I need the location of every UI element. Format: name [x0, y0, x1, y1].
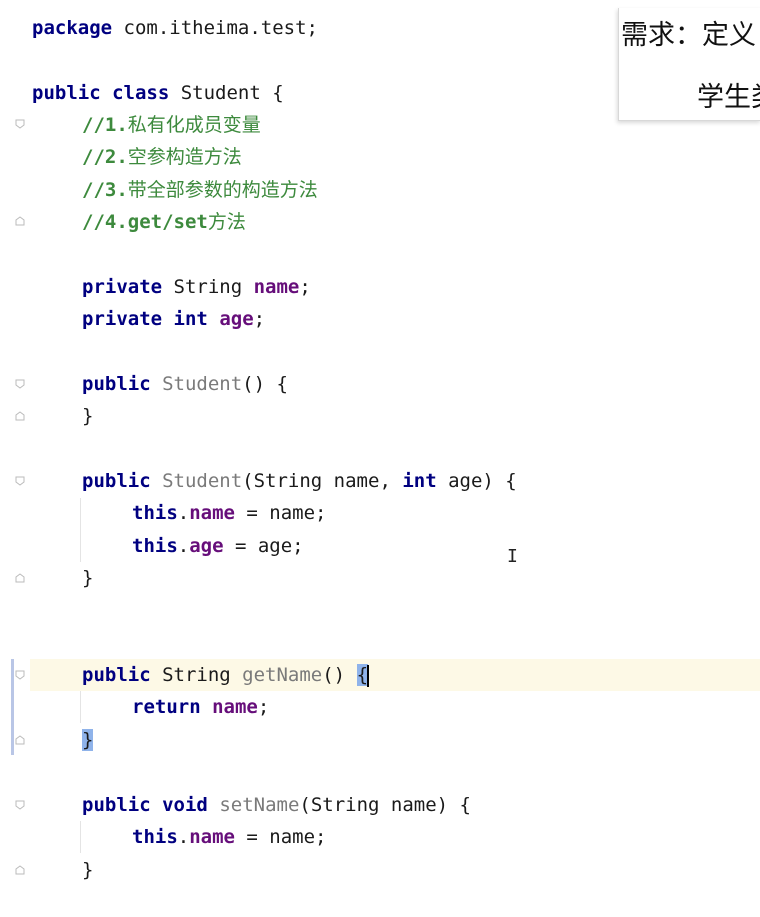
- code-line-setname: public void setName(String name) {: [82, 794, 471, 816]
- code-line-assign-name: this.name = name;: [132, 502, 327, 524]
- code-line-ctor-full: public Student(String name, int age) {: [82, 470, 517, 492]
- fold-end-icon[interactable]: [15, 216, 25, 226]
- overlay-title: 需求：定义: [621, 20, 756, 51]
- code-line-field-age: private int age;: [82, 308, 266, 330]
- code-line-close-brace: }: [82, 567, 94, 589]
- code-line-getname: public String getName() {: [82, 664, 370, 687]
- overlay-subtitle: 学生类: [697, 82, 760, 113]
- comment-line: //4.get/set方法: [82, 211, 246, 233]
- matched-brace: }: [82, 729, 94, 751]
- fold-end-icon[interactable]: [15, 865, 25, 875]
- comment-line: //3.带全部参数的构造方法: [82, 179, 318, 201]
- comment-line: //2.空参构造方法: [82, 146, 242, 168]
- comment-line: //1.私有化成员变量: [82, 114, 261, 136]
- code-line-close-brace: }: [82, 724, 94, 756]
- code-line-assign-name: this.name = name;: [132, 826, 327, 848]
- fold-start-icon[interactable]: [15, 119, 25, 129]
- fold-start-icon[interactable]: [15, 476, 25, 486]
- editor-gutter: [0, 0, 30, 917]
- code-line-assign-age: this.age = age;: [132, 535, 304, 557]
- mouse-text-cursor-icon: I: [507, 546, 518, 567]
- code-line-close-brace: }: [82, 405, 94, 427]
- code-line-package: package com.itheima.test;: [32, 17, 318, 39]
- fold-end-icon[interactable]: [15, 735, 25, 745]
- code-line-return: return name;: [132, 696, 270, 718]
- code-line-close-brace: }: [82, 859, 94, 881]
- text-caret: [367, 664, 370, 687]
- fold-start-icon[interactable]: [15, 800, 25, 810]
- code-line-class-decl: public class Student {: [32, 82, 284, 104]
- fold-end-icon[interactable]: [15, 573, 25, 583]
- fold-start-icon[interactable]: [15, 670, 25, 680]
- task-note-overlay: 需求：定义 学生类: [618, 8, 760, 121]
- code-editor[interactable]: package com.itheima.test; public class S…: [32, 0, 760, 917]
- fold-start-icon[interactable]: [15, 379, 25, 389]
- code-line-ctor-empty: public Student() {: [82, 373, 288, 395]
- fold-end-icon[interactable]: [15, 411, 25, 421]
- vcs-change-marker[interactable]: [11, 659, 14, 755]
- code-line-field-name: private String name;: [82, 276, 311, 298]
